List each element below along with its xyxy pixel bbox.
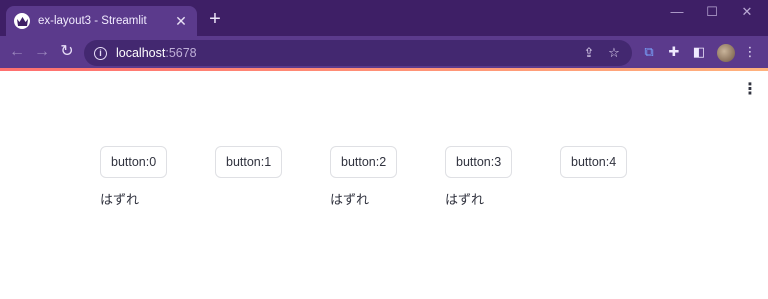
share-icon[interactable]: ⇪ [581,45,597,61]
result-text-0: はずれ [100,193,140,208]
minimize-icon[interactable]: — [662,4,692,19]
streamlit-crown-icon [14,13,30,29]
button-4[interactable]: button:4 [560,146,628,178]
button-1[interactable]: button:1 [215,146,283,178]
app-main: ⋮ button:0 button:1 button:2 button:3 bu… [0,71,768,299]
app-menu-icon[interactable]: ⋮ [742,81,758,99]
site-info-icon[interactable]: i [94,46,107,60]
button-3[interactable]: button:3 [445,146,513,178]
url-port: :5678 [165,46,197,60]
side-panel-icon[interactable]: ◧ [691,44,707,60]
tab-title: ex-layout3 - Streamlit [38,15,147,27]
result-text-3: はずれ [445,193,485,208]
tab-close-icon[interactable]: ✕ [173,13,189,30]
bookmark-star-icon[interactable]: ☆ [606,45,622,61]
browser-toolbar: ← → ↻ i localhost:5678 ⇪ ☆ ⧉ ✚ ◧ ⋮ [0,36,768,68]
close-window-icon[interactable]: ✕ [732,4,762,20]
url-host: localhost [116,46,166,60]
new-tab-button[interactable]: + [205,9,225,29]
browser-menu-icon[interactable]: ⋮ [742,44,758,60]
browser-tab[interactable]: ex-layout3 - Streamlit ✕ [6,6,197,36]
browser-tabstrip: ex-layout3 - Streamlit ✕ + — ☐ ✕ [0,0,768,36]
forward-icon[interactable]: → [32,42,52,62]
back-icon[interactable]: ← [7,42,27,62]
button-0[interactable]: button:0 [100,146,168,178]
reload-icon[interactable]: ↻ [57,42,77,62]
result-text-2: はずれ [330,193,370,208]
address-bar[interactable]: i localhost:5678 ⇪ ☆ [84,40,632,66]
extensions-puzzle-icon[interactable]: ✚ [666,44,682,60]
button-2[interactable]: button:2 [330,146,398,178]
maximize-icon[interactable]: ☐ [697,4,727,20]
profile-avatar[interactable] [717,44,735,62]
translate-icon[interactable]: ⧉ [641,44,657,60]
